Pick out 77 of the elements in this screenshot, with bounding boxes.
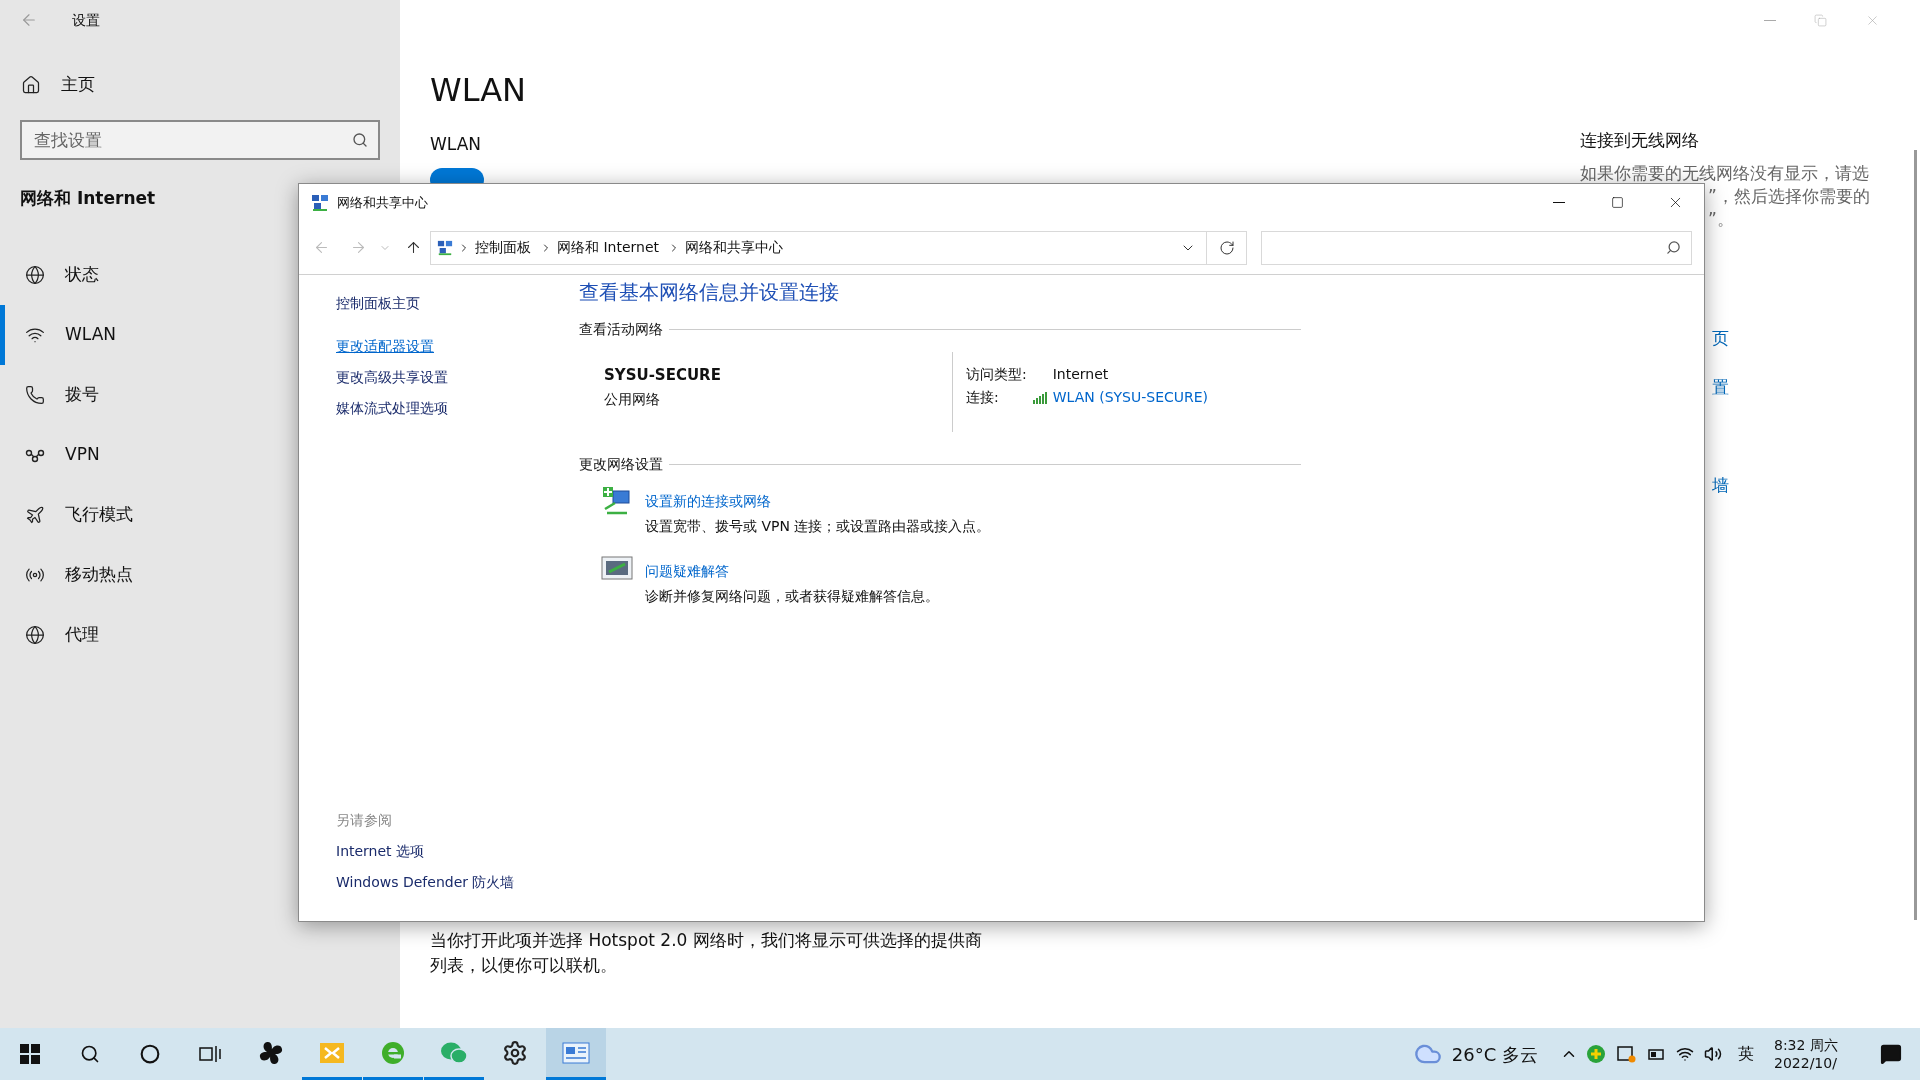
nav-item[interactable]: 代理: [0, 604, 400, 665]
sidebar-link[interactable]: 更改高级共享设置: [336, 367, 448, 388]
connection-label: 连接:: [966, 388, 1000, 407]
up-icon[interactable]: [405, 239, 422, 256]
hotspot-description: 列表，以便你可以联机。: [430, 954, 618, 977]
phone-icon: [25, 384, 45, 405]
section-title: 查看活动网络: [579, 320, 663, 339]
section-title: 网络和 Internet: [20, 187, 156, 210]
security-icon[interactable]: [1616, 1044, 1636, 1064]
notification-icon[interactable]: [1880, 1043, 1902, 1065]
right-description: ”。: [1708, 207, 1734, 231]
related-link[interactable]: 置: [1712, 374, 1729, 399]
home-icon: [21, 75, 41, 95]
airplane-icon: [25, 504, 45, 525]
network-monitors-icon: [311, 193, 329, 212]
breadcrumb-item[interactable]: 网络和 Internet: [557, 237, 660, 258]
task-description: 诊断并修复网络问题，或者获得疑难解答信息。: [645, 587, 939, 606]
search-icon: [80, 1044, 100, 1064]
nav-item[interactable]: 飞行模式: [0, 484, 400, 545]
access-type-label: 访问类型:: [966, 365, 1027, 384]
weather-text[interactable]: 26°C 多云: [1451, 1040, 1538, 1068]
search-field[interactable]: 查找设置: [20, 120, 380, 160]
sidebar-link[interactable]: 媒体流式处理选项: [336, 398, 448, 419]
task-view-icon: [199, 1044, 221, 1064]
right-description: 如果你需要的无线网络没有显示，请选: [1580, 161, 1869, 185]
network-name: SYSU-SECURE: [604, 365, 721, 386]
signal-bars-icon: [1032, 391, 1048, 404]
wifi-icon[interactable]: [1676, 1045, 1694, 1063]
right-section-title: 连接到无线网络: [1580, 129, 1700, 152]
back-icon[interactable]: [20, 11, 38, 29]
windows-logo-icon: [20, 1044, 40, 1064]
nav-item[interactable]: 移动热点: [0, 544, 400, 605]
refresh-button[interactable]: [1207, 230, 1247, 265]
minimize-icon[interactable]: [1764, 19, 1776, 21]
wlan-label: WLAN: [430, 133, 482, 156]
window-title: 网络和共享中心: [337, 193, 428, 212]
network-add-icon: [601, 485, 633, 517]
window-title: 设置: [72, 10, 100, 30]
settings-icon: [502, 1039, 528, 1066]
network-category: 公用网络: [604, 389, 660, 409]
see-also-title: 另请参阅: [336, 811, 392, 830]
globe-icon: [25, 624, 45, 645]
globe-icon: [25, 264, 45, 285]
section-title: 更改网络设置: [579, 455, 663, 474]
clock[interactable]: 8:32 周六 2022/10/: [1774, 1036, 1864, 1072]
shield-plus-icon[interactable]: [1586, 1044, 1606, 1064]
breadcrumb-item[interactable]: 控制面板: [475, 237, 531, 258]
connection-link[interactable]: WLAN (SYSU-SECURE): [1052, 387, 1209, 408]
task-description: 设置宽带、拨号或 VPN 连接；或设置路由器或接入点。: [645, 517, 991, 536]
volume-icon[interactable]: [1704, 1045, 1722, 1063]
battery-icon[interactable]: [1646, 1046, 1666, 1062]
network-monitors-icon: [437, 239, 453, 256]
breadcrumb-item[interactable]: 网络和共享中心: [685, 237, 784, 258]
troubleshoot-monitor-icon: [601, 555, 633, 583]
maximize-icon: [1610, 196, 1624, 209]
related-link[interactable]: 墙: [1712, 472, 1729, 497]
scrollbar[interactable]: [1913, 150, 1917, 920]
task-link[interactable]: 设置新的连接或网络: [645, 491, 771, 512]
search-icon: [1666, 240, 1681, 255]
page-heading: 查看基本网络信息并设置连接: [579, 279, 839, 306]
home-link[interactable]: 主页: [61, 72, 95, 98]
hotspot-description: 当你打开此项并选择 Hotspot 2.0 网络时，我们将显示可供选择的提供商: [430, 929, 983, 952]
task-link[interactable]: 问题疑难解答: [645, 561, 729, 582]
access-type-value: Internet: [1052, 365, 1110, 384]
minimize-icon: [1553, 202, 1565, 203]
right-description: ”，然后选择你需要的: [1708, 184, 1870, 208]
page-title: WLAN: [430, 70, 527, 111]
see-also-link[interactable]: Windows Defender 防火墙: [336, 872, 515, 893]
circle-icon: [140, 1044, 160, 1064]
address-bar[interactable]: 控制面板 网络和 Internet 网络和共享中心: [430, 230, 1207, 265]
see-also-link[interactable]: Internet 选项: [336, 841, 425, 862]
control-panel-icon: [562, 1040, 590, 1065]
refresh-icon: [1218, 239, 1235, 256]
nav-item[interactable]: VPN: [0, 424, 400, 485]
related-link[interactable]: 页: [1712, 325, 1729, 350]
input-method-indicator[interactable]: 英: [1738, 1042, 1754, 1066]
search-icon: [352, 132, 368, 148]
